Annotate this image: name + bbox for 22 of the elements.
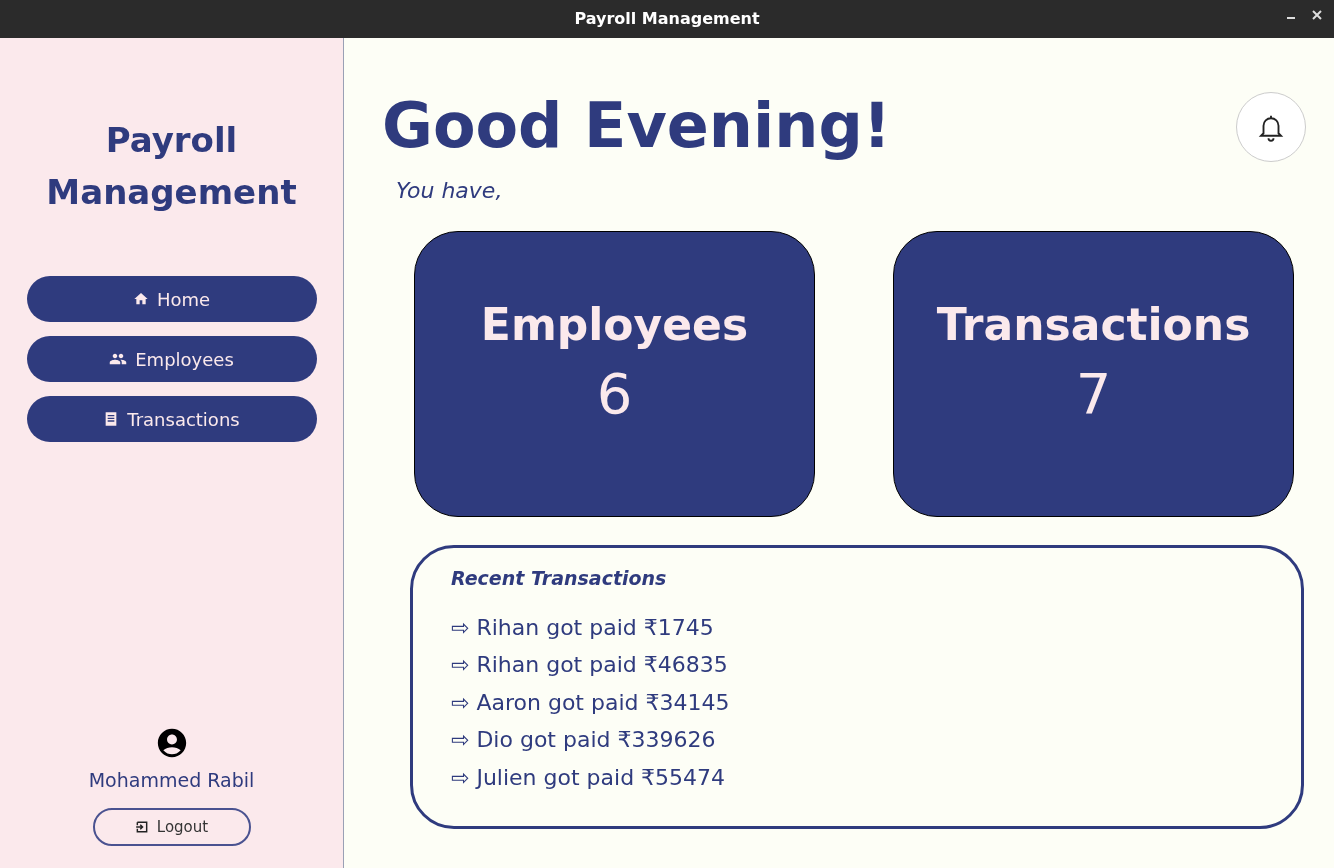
stat-value: 6 [596,362,633,426]
subtitle: You have, [396,177,504,205]
nav-button[interactable]: Employees [26,336,317,382]
app-title: Payroll Management [45,119,298,214]
user-name: Mohammed Rabil [88,767,255,793]
stat-label: Transactions [936,298,1251,352]
logout-icon [134,820,149,834]
transaction-entry: ⇨ Rihan got paid ₹1745 [451,613,715,642]
nav-button[interactable]: Transactions [26,396,317,442]
logout-button[interactable]: Logout [92,808,251,846]
nav-button[interactable]: Home [26,276,317,322]
transaction-entry: ⇨ Aaron got paid ₹34145 [451,688,731,717]
panel-title: Recent Transactions [451,566,668,591]
transaction-entry: ⇨ Rihan got paid ₹46835 [451,651,729,679]
greeting-heading: Good Evening! [382,88,892,164]
stat-value: 7 [1075,362,1112,426]
transaction-entry: ⇨ Julien got paid ₹55474 [451,763,727,792]
close-icon[interactable] [1312,10,1322,20]
window-title: Payroll Management [574,8,760,30]
transaction-entry: ⇨ Dio got paid ₹339626 [451,726,717,754]
home-icon [132,291,149,307]
stat-label: Employees [480,298,749,352]
